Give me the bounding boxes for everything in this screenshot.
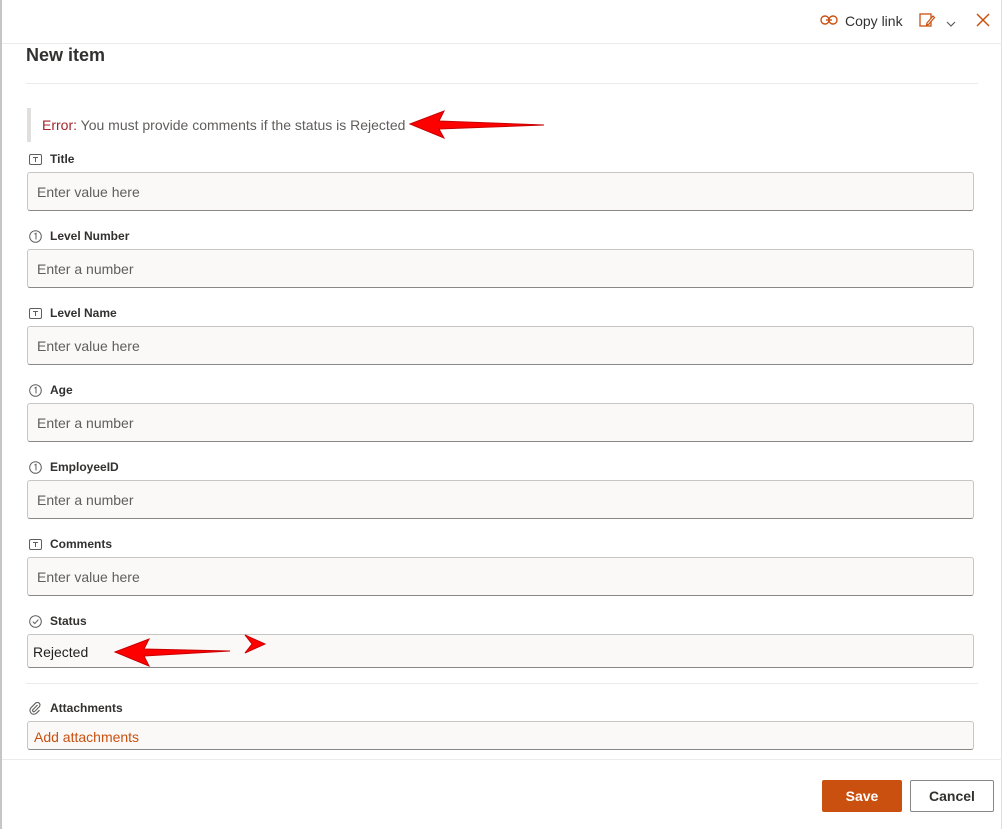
employeeid-input-placeholder: Enter a number [37,492,134,508]
title-input-placeholder: Enter value here [37,184,140,200]
employeeid-input[interactable]: Enter a number [27,480,974,519]
title-input[interactable]: Enter value here [27,172,974,211]
add-attachments-button[interactable]: Add attachments [27,721,974,750]
paperclip-icon [28,701,42,715]
status-value: Rejected [33,644,89,660]
field-label-text: EmployeeID [50,460,119,474]
error-text: You must provide comments if the status … [80,117,406,133]
field-label-text: Title [50,152,75,166]
panel-left-edge [0,0,2,829]
level-number-input-placeholder: Enter a number [37,261,134,277]
link-icon [820,13,838,29]
close-button[interactable] [975,12,991,33]
error-message: Error: You must provide comments if the … [42,117,405,133]
field-label-level-name: Level Name [28,306,117,320]
level-name-input[interactable]: Enter value here [27,326,974,365]
edit-form-icon [918,11,936,34]
comments-input[interactable]: Enter value here [27,557,974,596]
number-field-icon [28,460,42,474]
title-divider [26,83,978,84]
field-label-age: Age [28,383,73,397]
field-label-text: Level Number [50,229,130,243]
number-field-icon [28,229,42,243]
copy-link-label: Copy link [845,13,903,29]
field-label-comments: Comments [28,537,112,551]
edit-form-menu-button[interactable] [918,11,956,34]
panel-title: New item [26,45,106,65]
field-label-title: Title [28,152,74,166]
level-number-input[interactable]: Enter a number [27,249,974,288]
attachments-divider [26,683,978,684]
status-dropdown[interactable]: Rejected [27,634,974,668]
copy-link-button[interactable]: Copy link [820,10,903,32]
field-label-text: Status [50,614,87,628]
field-label-text: Level Name [50,306,117,320]
level-name-input-placeholder: Enter value here [37,338,140,354]
field-label-status: Status [28,614,87,628]
save-button[interactable]: Save [822,780,902,812]
number-field-icon [28,383,42,397]
text-field-icon [28,537,42,551]
field-label-attachments: Attachments [28,701,123,715]
field-label-text: Age [50,383,73,397]
chevron-down-icon [946,14,956,32]
comments-input-placeholder: Enter value here [37,569,140,585]
choice-field-icon [28,614,42,628]
text-field-icon [28,152,42,166]
field-label-text: Comments [50,537,113,551]
cancel-button[interactable]: Cancel [910,780,994,812]
close-icon [975,13,991,32]
add-attachments-link[interactable]: Add attachments [34,729,139,745]
field-label-level-number: Level Number [28,229,129,243]
text-field-icon [28,306,42,320]
field-label-text: Attachments [50,701,123,715]
field-label-employeeid: EmployeeID [28,460,119,474]
age-input-placeholder: Enter a number [37,415,134,431]
age-input[interactable]: Enter a number [27,403,974,442]
footer-divider [2,759,1002,760]
error-prefix: Error: [42,117,77,133]
